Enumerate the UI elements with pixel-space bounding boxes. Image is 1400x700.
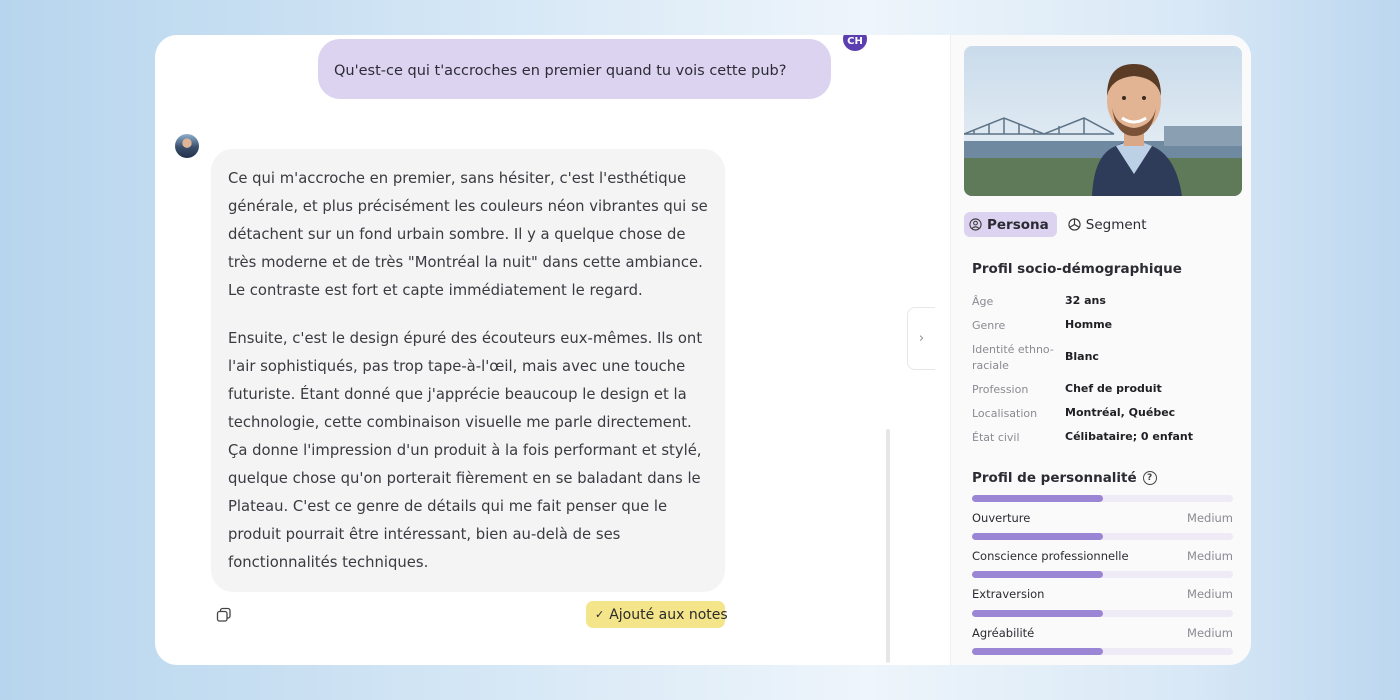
info-value: Blanc: [1065, 350, 1099, 363]
persona-panel: Persona Segment Profil socio-démographiq…: [950, 35, 1251, 665]
tab-persona[interactable]: Persona: [964, 212, 1057, 237]
info-label: Profession: [972, 383, 1029, 396]
chevron-right-icon: ›: [918, 331, 925, 346]
personality-title-text: Profil de personnalité: [972, 470, 1137, 486]
trait-bar-fill: [972, 610, 1103, 617]
trait-level: Medium: [1187, 626, 1233, 640]
trait-name: Conscience professionnelle: [972, 549, 1129, 563]
info-label: Genre: [972, 319, 1006, 332]
trait-level: Medium: [1187, 587, 1233, 601]
trait-bar: [972, 648, 1233, 655]
trait-bar: [972, 571, 1233, 578]
tab-segment[interactable]: Segment: [1063, 212, 1155, 237]
trait-bar-fill: [972, 571, 1103, 578]
user-message-bubble: Qu'est-ce qui t'accroches en premier qua…: [318, 39, 831, 99]
tab-persona-label: Persona: [987, 216, 1049, 233]
persona-message-paragraph: Ensuite, c'est le design épuré des écout…: [228, 330, 703, 571]
info-label: Âge: [972, 295, 994, 308]
user-avatar: CH: [843, 35, 867, 51]
added-to-notes-badge[interactable]: ✓ Ajouté aux notes: [586, 601, 728, 628]
persona-photo: [964, 46, 1242, 196]
check-icon: ✓: [595, 608, 605, 621]
main-card: Qu'est-ce qui t'accroches en premier qua…: [155, 35, 1251, 665]
trait-level: Medium: [1187, 511, 1233, 525]
personality-bar-fill: [972, 495, 1103, 502]
user-circle-icon: [969, 218, 982, 231]
personality-bar: [972, 495, 1233, 502]
info-value: Célibataire; 0 enfant: [1065, 430, 1194, 443]
trait-bar-fill: [972, 648, 1103, 655]
info-value: Homme: [1065, 318, 1113, 331]
info-label: État civil: [972, 431, 1020, 444]
pie-chart-icon: [1068, 218, 1081, 231]
info-value: Chef de produit: [1065, 382, 1162, 395]
info-value: 32 ans: [1065, 294, 1106, 307]
persona-message-paragraph: Ce qui m'accroche en premier, sans hésit…: [228, 170, 708, 299]
trait-bar: [972, 533, 1233, 540]
user-message-text: Qu'est-ce qui t'accroches en premier qua…: [334, 63, 787, 79]
added-to-notes-label: Ajouté aux notes: [609, 606, 728, 623]
info-value: Montréal, Québec: [1065, 406, 1176, 419]
collapse-panel-button[interactable]: ›: [907, 307, 935, 370]
persona-avatar: [175, 134, 199, 158]
panel-tabs: Persona Segment: [964, 212, 1155, 237]
info-label: Identité ethno-raciale: [972, 343, 1054, 372]
trait-level: Medium: [1187, 549, 1233, 563]
trait-bar-fill: [972, 533, 1103, 540]
trait-name: Extraversion: [972, 587, 1045, 601]
persona-message-bubble: Ce qui m'accroche en premier, sans hésit…: [211, 149, 725, 592]
chat-scrollbar[interactable]: [886, 429, 890, 663]
info-label: Localisation: [972, 407, 1038, 420]
help-icon[interactable]: ?: [1142, 471, 1157, 485]
tab-segment-label: Segment: [1085, 216, 1147, 233]
trait-name: Ouverture: [972, 511, 1031, 525]
socio-demographic-title: Profil socio-démographique: [972, 261, 1182, 277]
trait-name: Agréabilité: [972, 626, 1035, 640]
copy-icon[interactable]: [215, 606, 233, 624]
personality-profile-title: Profil de personnalité?: [972, 470, 1157, 486]
trait-bar: [972, 610, 1233, 617]
chat-area: Qu'est-ce qui t'accroches en premier qua…: [155, 35, 950, 665]
